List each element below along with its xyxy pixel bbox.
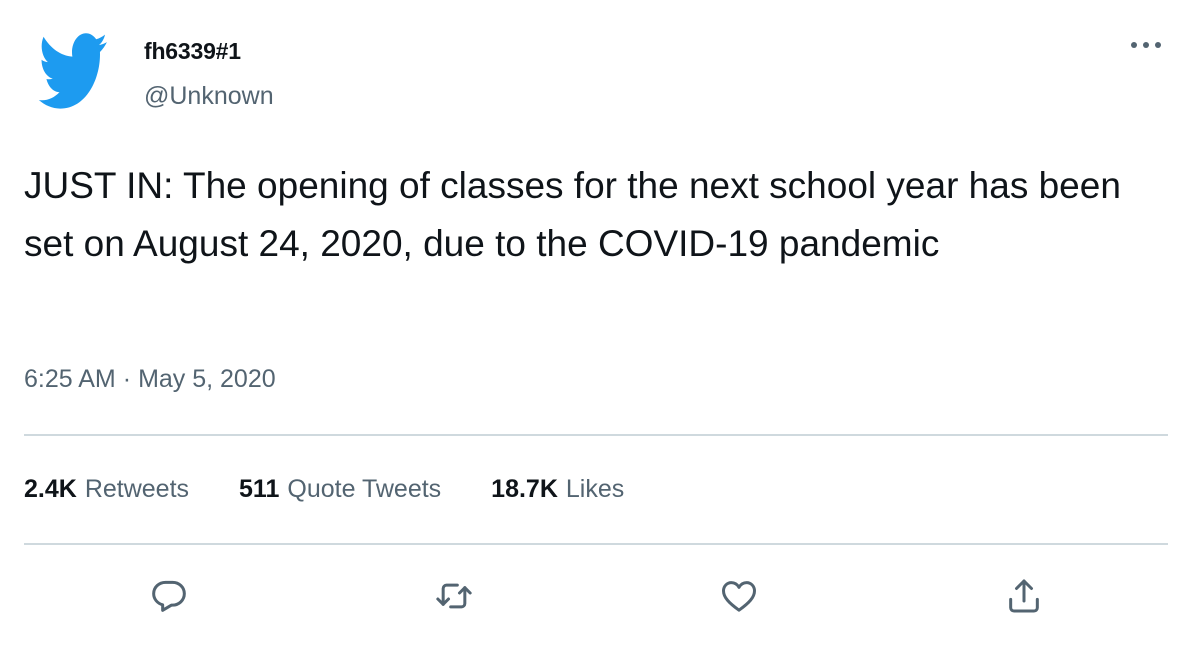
divider	[24, 543, 1168, 545]
tweet-timestamp[interactable]: 6:25 AM · May 5, 2020	[24, 365, 276, 394]
quote-tweets-label: Quote Tweets	[287, 475, 442, 503]
reply-icon	[152, 580, 186, 612]
retweets-stat[interactable]: 2.4K Retweets	[24, 475, 189, 504]
divider	[24, 434, 1168, 436]
like-button[interactable]	[717, 574, 761, 618]
quote-tweets-stat[interactable]: 511 Quote Tweets	[239, 475, 441, 504]
heart-icon	[722, 581, 756, 612]
retweets-label: Retweets	[84, 475, 190, 503]
quote-tweets-count: 511	[239, 475, 280, 503]
retweets-count: 2.4K	[24, 475, 77, 503]
share-button[interactable]	[1002, 574, 1046, 618]
more-button[interactable]	[1128, 30, 1164, 60]
tweet-time[interactable]: 6:25 AM	[24, 365, 116, 393]
share-icon	[1009, 579, 1039, 613]
user-handle[interactable]: @Unknown	[144, 82, 274, 111]
display-name[interactable]: fh6339#1	[144, 38, 241, 65]
tweet-actions	[0, 574, 1192, 618]
retweet-button[interactable]	[432, 574, 476, 618]
likes-count: 18.7K	[491, 475, 558, 503]
likes-stat[interactable]: 18.7K Likes	[491, 475, 624, 504]
likes-label: Likes	[565, 475, 625, 503]
reply-button[interactable]	[147, 574, 191, 618]
twitter-bird-icon	[38, 33, 107, 109]
tweet-card: fh6339#1 @Unknown JUST IN: The opening o…	[0, 0, 1192, 668]
avatar[interactable]	[36, 22, 108, 120]
tweet-stats: 2.4K Retweets 511 Quote Tweets 18.7K Lik…	[24, 475, 624, 504]
timestamp-separator: ·	[122, 365, 132, 393]
more-horizontal-icon	[1131, 42, 1161, 48]
tweet-text: JUST IN: The opening of classes for the …	[24, 165, 1121, 264]
retweet-icon	[436, 583, 472, 609]
tweet-date[interactable]: May 5, 2020	[138, 365, 276, 393]
